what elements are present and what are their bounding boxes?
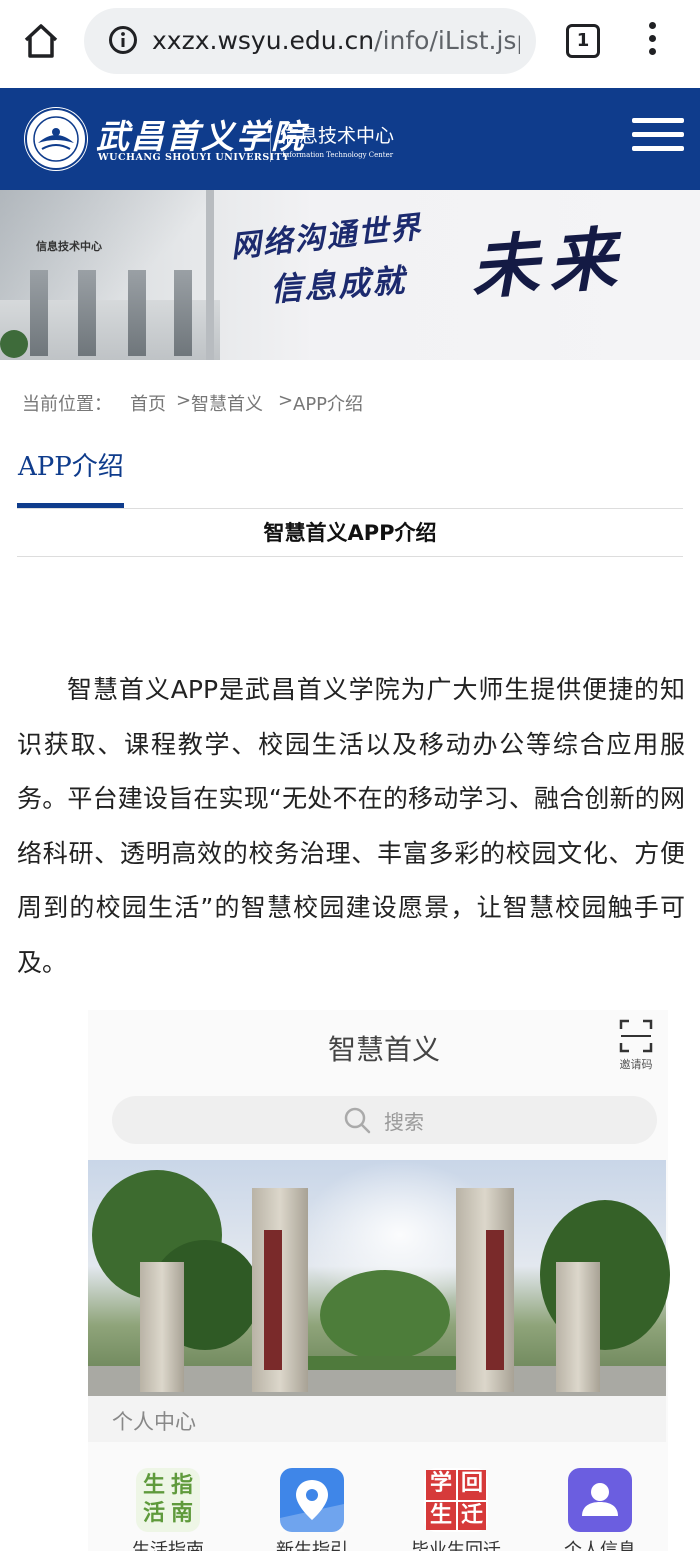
app-search-placeholder: 搜索 <box>384 1110 424 1134</box>
section-title-underline <box>17 503 124 508</box>
tile-glyph: 指 <box>170 1473 193 1498</box>
banner-plant <box>0 330 28 358</box>
article-title: 智慧首义APP介绍 <box>263 521 437 545</box>
banner-door <box>128 270 146 356</box>
university-seal-icon[interactable] <box>24 107 88 171</box>
department-name-cn: 信息技术中心 <box>280 125 395 147</box>
life-guide-tile: 生 指 活 南 <box>136 1468 200 1532</box>
location-pin-icon <box>280 1468 344 1532</box>
tile-glyph: 回 <box>458 1470 486 1500</box>
banner-sign-text: 信息技术中心 <box>36 240 102 253</box>
breadcrumb-separator: > <box>278 390 294 411</box>
university-name-en: WUCHANG SHOUYI UNIVERSITY <box>98 152 290 163</box>
article-body: 智慧首义APP是武昌首义学院为广大师生提供便捷的知识获取、课程教学、校园生活以及… <box>17 675 685 977</box>
breadcrumb-section-link[interactable]: 智慧首义 <box>191 390 263 416</box>
tabs-icon[interactable]: 1 <box>566 24 600 58</box>
tile-caption: 新生指引 <box>276 1540 348 1551</box>
banner-slogan-big: 未来 <box>467 218 630 310</box>
banner-door <box>174 270 192 356</box>
tile-glyph: 南 <box>170 1501 193 1526</box>
gate-pillar <box>140 1262 184 1392</box>
banner-door <box>30 270 48 356</box>
gate-banner <box>486 1230 504 1370</box>
section-divider <box>17 508 683 509</box>
search-icon <box>342 1105 372 1135</box>
tile-glyph: 迁 <box>458 1502 486 1530</box>
graduate-return-tile: 学 回 生 迁 <box>424 1468 488 1532</box>
user-profile-icon <box>568 1468 632 1532</box>
url-path: /info/iList.jsp <box>374 26 520 55</box>
url-host: xxzx.wsyu.edu.cn <box>152 26 375 55</box>
tile-glyph: 生 <box>142 1473 165 1498</box>
campus-hedge <box>300 1356 460 1370</box>
department-name-en: Information Technology Center <box>282 151 394 159</box>
invite-code-label: 邀请码 <box>619 1058 653 1071</box>
breadcrumb-separator: > <box>176 390 192 411</box>
tile-glyph: 活 <box>142 1501 165 1526</box>
banner-door <box>78 270 96 356</box>
tile-caption: 生活指南 <box>132 1540 204 1551</box>
more-vert-icon[interactable] <box>640 22 664 62</box>
breadcrumb-current[interactable]: APP介绍 <box>293 390 363 416</box>
tile-caption: 毕业生回迁 <box>411 1540 501 1551</box>
breadcrumb-home-link[interactable]: 首页 <box>130 390 166 416</box>
hamburger-menu-icon[interactable] <box>632 118 684 154</box>
university-name-cn[interactable]: 武昌首义学院 <box>96 110 306 158</box>
gate-banner <box>264 1230 282 1370</box>
logo-divider <box>270 118 271 162</box>
section-title: APP介绍 <box>18 452 124 482</box>
article-title-divider <box>17 556 683 557</box>
gate-pillar <box>456 1188 514 1392</box>
app-title: 智慧首义 <box>327 1033 440 1066</box>
banner-slogan-line2: 信息成就 <box>268 261 408 309</box>
banner-pillar <box>206 190 214 360</box>
scan-icon <box>618 1018 654 1054</box>
home-icon[interactable] <box>18 18 64 64</box>
breadcrumb-label: 当前位置： <box>22 394 112 415</box>
url-text[interactable]: xxzx.wsyu.edu.cn/info/iList.jsp <box>152 24 520 58</box>
personal-center-label: 个人中心 <box>112 1410 196 1434</box>
tile-glyph: 学 <box>426 1470 456 1500</box>
gate-pillar <box>556 1262 600 1392</box>
tile-glyph: 生 <box>426 1502 456 1530</box>
campus-tree <box>320 1270 450 1360</box>
info-icon[interactable] <box>108 25 138 55</box>
tile-caption: 个人信息 <box>564 1540 636 1551</box>
